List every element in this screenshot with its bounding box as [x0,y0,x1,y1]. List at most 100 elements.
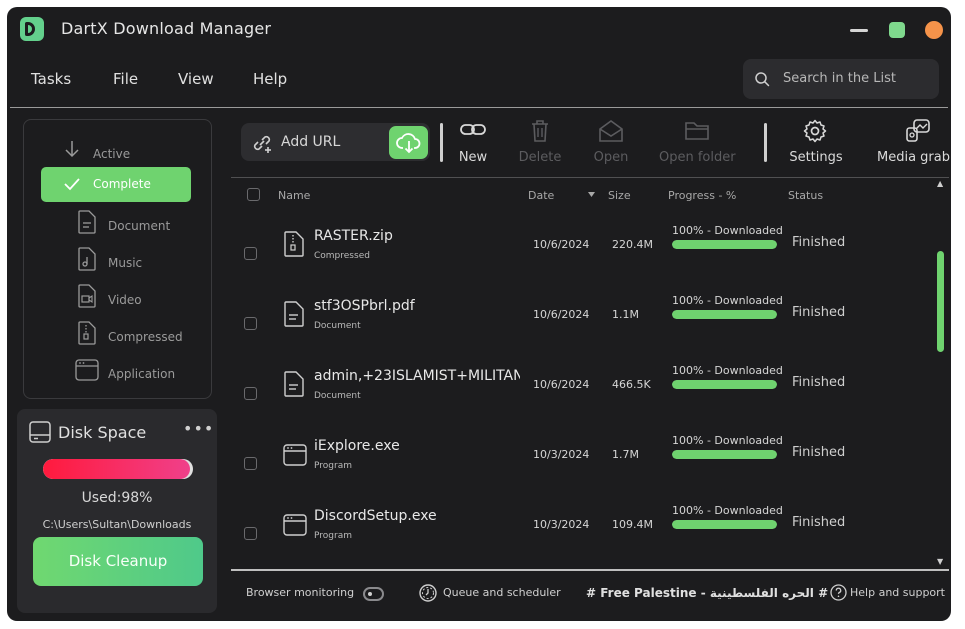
delete-button[interactable]: Delete [516,119,564,171]
sidebar-item-video[interactable]: Video [77,283,197,317]
menu-file[interactable]: File [113,70,138,88]
menu-bar: Tasks File View Help Search in the List [7,53,951,108]
row-checkbox[interactable] [244,317,257,330]
row-checkbox[interactable] [244,457,257,470]
add-url-input[interactable]: Add URL [241,123,430,161]
app-logo-icon [20,17,44,41]
app-window: DartX Download Manager Tasks File View H… [7,7,951,621]
open-button[interactable]: Open [593,119,629,171]
column-header-size[interactable]: Size [608,189,631,202]
sidebar-item-document[interactable]: Document [77,209,197,243]
progress-bar [672,310,777,319]
table-row[interactable]: RASTER.zip Compressed 10/6/2024 220.4M 1… [231,219,936,289]
application-icon [75,359,99,381]
divider [10,107,948,108]
menu-view[interactable]: View [178,70,214,88]
file-type: Program [314,531,352,541]
document-icon [78,210,96,234]
progress-fill [672,240,777,249]
cloud-download-button[interactable] [389,126,428,159]
file-name: DiscordSetup.exe [314,508,437,524]
table-header: Name Date Size Progress - % Status [231,178,949,212]
row-checkbox[interactable] [244,527,257,540]
file-date: 10/3/2024 [533,518,590,531]
more-options-icon[interactable]: ••• [183,419,214,438]
column-header-status[interactable]: Status [788,189,823,202]
settings-label: Settings [789,150,843,165]
table-row[interactable]: iExplore.exe Program 10/3/2024 1.7M 100%… [231,429,936,499]
check-icon [64,178,80,191]
new-button[interactable]: New [453,119,493,171]
file-size: 1.7M [612,448,639,461]
close-button[interactable] [925,21,943,39]
zip-file-icon [78,321,96,345]
minimize-button[interactable] [850,29,868,32]
media-grabber-button[interactable]: Media grabb [873,119,951,171]
link-icon [460,124,486,135]
settings-button[interactable]: Settings [789,119,843,171]
open-folder-label: Open folder [659,150,736,165]
delete-label: Delete [518,150,562,165]
category-panel: Active Complete Document Music Video Com… [23,119,212,399]
sidebar-item-label: Active [93,147,131,161]
scrollbar-thumb[interactable] [937,251,944,352]
column-header-progress[interactable]: Progress - % [668,189,736,202]
scroll-up-button[interactable]: ▲ [937,179,943,188]
application-icon [283,514,307,536]
progress-label: 100% - Downloaded [672,364,783,377]
app-title: DartX Download Manager [61,19,272,38]
status-text: Finished [792,305,846,320]
file-type: Document [314,321,361,331]
new-label: New [458,150,488,165]
sidebar-item-compressed[interactable]: Compressed [77,320,197,354]
disk-used-label: Used:98% [81,490,153,506]
sidebar-item-music[interactable]: Music [77,246,197,280]
progress-fill [672,450,777,459]
menu-help[interactable]: Help [253,70,287,88]
add-url-label: Add URL [281,134,341,150]
table-row[interactable]: stf3OSPbrl.pdf Document 10/6/2024 1.1M 1… [231,289,936,359]
progress-bar [672,380,777,389]
progress-bar [672,520,777,529]
search-input[interactable]: Search in the List [743,59,939,99]
toolbar-separator [764,123,767,162]
zip-file-icon [284,231,304,257]
sidebar-item-complete[interactable]: Complete [41,167,191,202]
sidebar-item-application[interactable]: Application [75,357,197,391]
queue-scheduler-link[interactable]: Queue and scheduler [443,586,561,599]
column-header-name[interactable]: Name [278,189,310,202]
search-placeholder: Search in the List [783,71,896,86]
video-file-icon [78,284,96,308]
envelope-open-icon [599,120,623,142]
status-text: Finished [792,375,846,390]
sidebar-item-active[interactable]: Active [64,137,184,171]
scroll-down-button[interactable]: ▼ [937,557,943,566]
open-label: Open [593,150,629,165]
row-checkbox[interactable] [244,247,257,260]
maximize-button[interactable] [889,22,905,38]
progress-label: 100% - Downloaded [672,294,783,307]
menu-tasks[interactable]: Tasks [31,70,71,88]
disk-cleanup-button[interactable]: Disk Cleanup [33,537,203,586]
table-row[interactable]: DiscordSetup.exe Program 10/3/2024 109.4… [231,499,936,569]
file-name: RASTER.zip [314,228,393,244]
disk-usage-fill [43,459,190,479]
progress-label: 100% - Downloaded [672,224,783,237]
table-row[interactable]: admin,+23ISLAMIST+MILITANC Document 10/6… [231,359,936,429]
column-header-date[interactable]: Date [528,189,554,202]
help-support-link[interactable]: Help and support [850,586,945,599]
file-type: Document [314,391,361,401]
file-name: admin,+23ISLAMIST+MILITANC [314,368,520,384]
sidebar-item-label: Complete [93,177,151,191]
browser-monitoring-toggle[interactable] [363,587,384,601]
select-all-checkbox[interactable] [247,188,260,201]
title-bar: DartX Download Manager [7,7,951,53]
folder-icon [685,122,709,140]
status-text: Finished [792,235,846,250]
open-folder-button[interactable]: Open folder [659,119,736,171]
sort-down-icon[interactable] [588,192,595,197]
cloud-download-icon [396,133,421,154]
trash-icon [532,120,548,142]
row-checkbox[interactable] [244,387,257,400]
download-path: C:\Users\Sultan\Downloads [42,518,192,531]
